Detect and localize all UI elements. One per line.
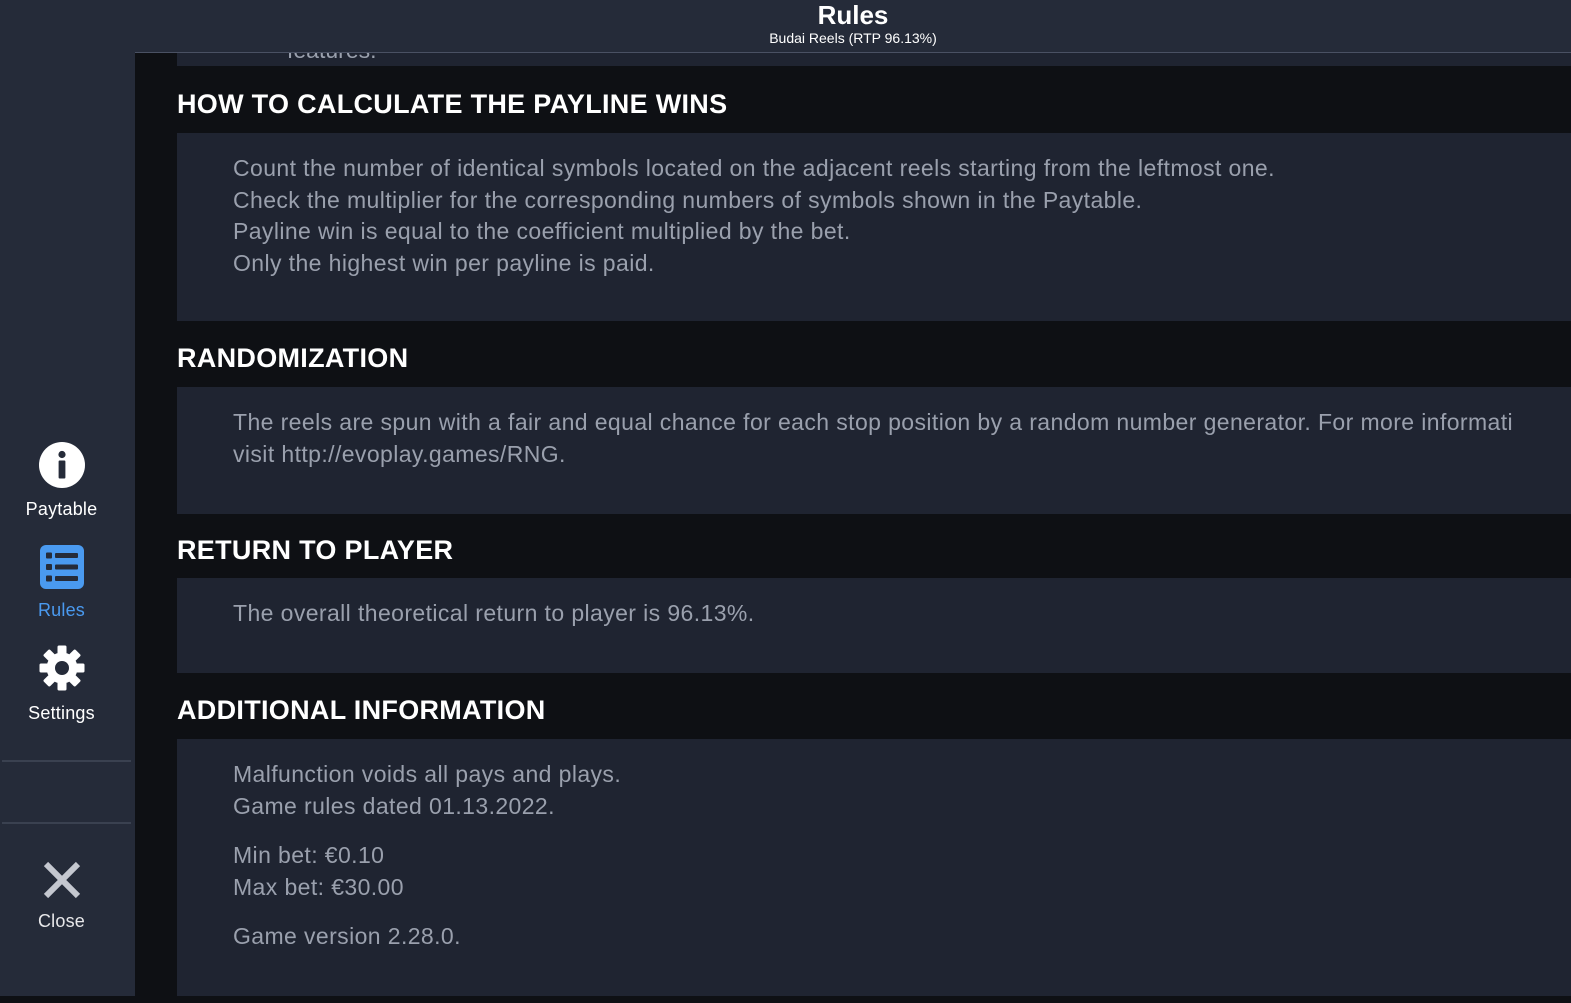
section-text-line: Check the multiplier for the correspondi… xyxy=(233,186,1143,213)
sidebar-item-paytable[interactable]: Paytable xyxy=(0,442,123,520)
section-box-payline-wins: Count the number of identical symbols lo… xyxy=(177,133,1571,321)
sidebar-item-label: Settings xyxy=(28,703,95,723)
page-title: Rules xyxy=(817,0,889,30)
section-box-return-to-player: The overall theoretical return to player… xyxy=(177,578,1571,673)
list-icon xyxy=(39,545,84,594)
rules-content[interactable]: features. HOW TO CALCULATE THE PAYLINE W… xyxy=(135,53,1571,996)
section-text-line: Count the number of identical symbols lo… xyxy=(233,155,1275,181)
header: Rules Budai Reels (RTP 96.13%) xyxy=(135,0,1571,53)
section-title-payline-wins: HOW TO CALCULATE THE PAYLINE WINS xyxy=(177,89,728,119)
info-icon xyxy=(38,442,85,493)
section-text-line: Game version 2.28.0. xyxy=(233,923,461,949)
section-title-return-to-player: RETURN TO PLAYER xyxy=(177,535,454,565)
section-text-line: Malfunction voids all pays and plays. xyxy=(233,761,622,787)
sidebar-item-settings[interactable]: Settings xyxy=(0,644,123,724)
gear-icon xyxy=(38,644,86,697)
close-label: Close xyxy=(37,911,86,931)
rules-screen: Paytable Rules Settings Close Rules Buda… xyxy=(0,0,1571,1003)
section-box-randomization: The reels are spun with a fair and equal… xyxy=(177,387,1571,514)
sidebar-item-rules[interactable]: Rules xyxy=(0,545,123,621)
section-text-line: The overall theoretical return to player… xyxy=(233,600,755,626)
page-subtitle: Budai Reels (RTP 96.13%) xyxy=(769,30,937,46)
sidebar-item-label: Rules xyxy=(37,600,86,620)
section-title-randomization: RANDOMIZATION xyxy=(177,343,409,373)
section-box-additional-information: Malfunction voids all pays and plays. Ga… xyxy=(177,739,1571,996)
sidebar-divider xyxy=(2,822,131,824)
section-text-line: Max bet: €30.00 xyxy=(233,873,404,900)
section-text-line: The reels are spun with a fair and equal… xyxy=(233,409,1514,435)
section-text-line: visit http://evoplay.games/RNG. xyxy=(233,440,566,467)
section-text-line: Only the highest win per payline is paid… xyxy=(233,249,655,276)
sidebar: Paytable Rules Settings Close xyxy=(0,0,135,996)
close-icon xyxy=(42,860,82,905)
sidebar-item-label: Paytable xyxy=(25,499,98,519)
section-text-line: Payline win is equal to the coefficient … xyxy=(233,218,851,244)
sidebar-divider xyxy=(2,760,131,762)
section-text-line: Min bet: €0.10 xyxy=(233,842,385,868)
section-title-additional-information: ADDITIONAL INFORMATION xyxy=(177,695,546,725)
section-text-line: features. xyxy=(287,53,377,64)
section-text-line: Game rules dated 01.13.2022. xyxy=(233,792,555,819)
close-button[interactable]: Close xyxy=(0,860,123,932)
section-box-previous: features. xyxy=(177,53,1571,66)
